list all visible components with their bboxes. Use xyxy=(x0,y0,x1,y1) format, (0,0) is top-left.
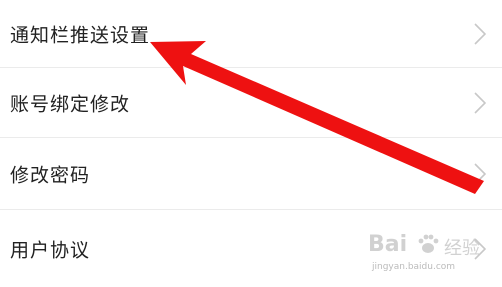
settings-item-account-binding[interactable]: 账号绑定修改 xyxy=(0,68,502,138)
settings-item-label: 账号绑定修改 xyxy=(10,93,131,115)
chevron-right-icon xyxy=(474,91,486,114)
settings-item-change-password[interactable]: 修改密码 xyxy=(0,138,502,210)
settings-item-label: 修改密码 xyxy=(10,164,91,186)
settings-item-notification-push[interactable]: 通知栏推送设置 xyxy=(0,0,502,68)
settings-item-user-agreement[interactable]: 用户协议 xyxy=(0,210,502,287)
settings-item-label: 通知栏推送设置 xyxy=(10,24,151,46)
settings-screen: 通知栏推送设置 账号绑定修改 修改密码 用户协议 Bai 经验 jingyan.… xyxy=(0,0,502,287)
chevron-right-icon xyxy=(474,237,486,260)
chevron-right-icon xyxy=(474,22,486,45)
chevron-right-icon xyxy=(474,162,486,185)
settings-item-label: 用户协议 xyxy=(10,239,91,261)
